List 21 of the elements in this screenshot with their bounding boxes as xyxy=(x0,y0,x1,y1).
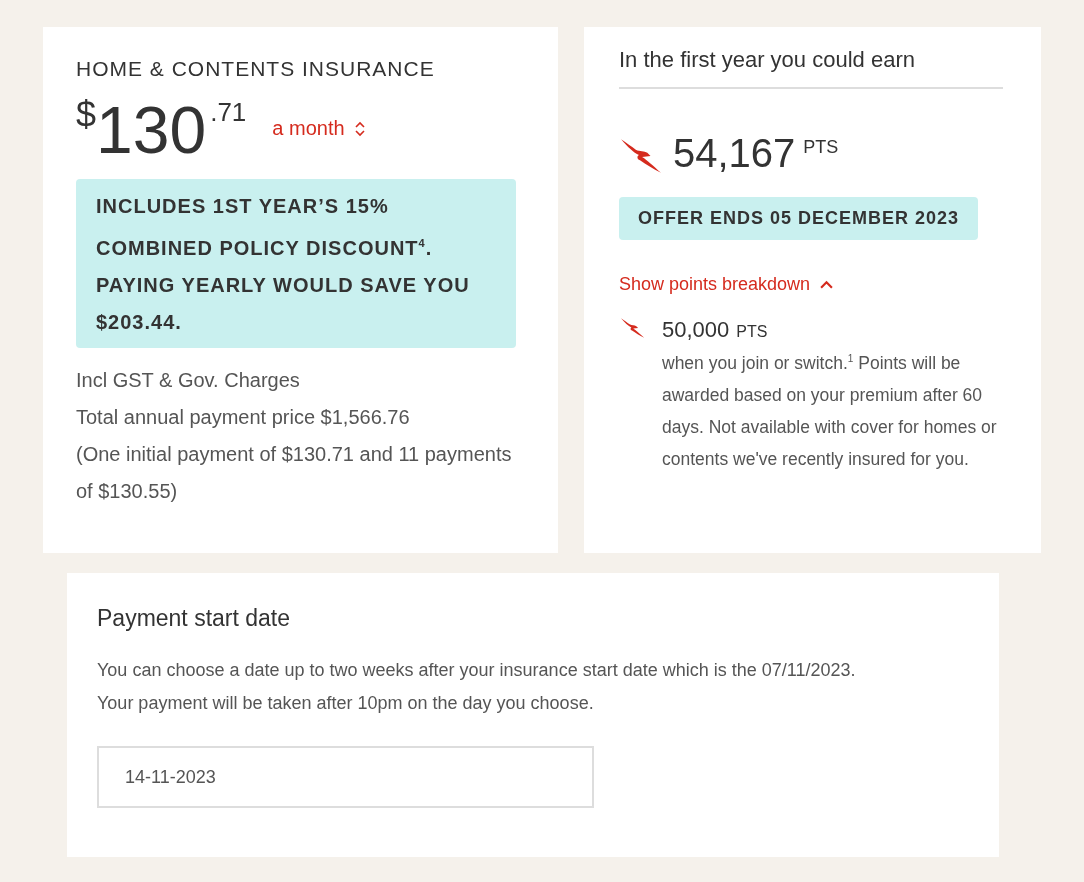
offer-badge: OFFER ENDS 05 DECEMBER 2023 xyxy=(619,197,979,240)
section-title: Payment start date xyxy=(97,605,292,632)
sort-caret-icon xyxy=(354,120,365,137)
points-total: 54,167 xyxy=(673,133,796,173)
chevron-icon xyxy=(820,280,834,289)
kangaroo-icon xyxy=(619,137,661,175)
discount-banner: INCLUDES 1ST YEAR’S 15% COMBINED POLICY DISCOUNT$^{4}$. PAYING YEARLY WOULD SAVE YOU $203.44. xyxy=(76,179,516,348)
points-unit: PTS xyxy=(803,137,839,158)
card-title: HOME & CONTENTS INSURANCE xyxy=(76,57,436,81)
price-note: (One initial payment of $130.71 and 11 payments of $130.55) xyxy=(76,441,513,504)
points-breakdown-toggle[interactable]: Show points breakdown xyxy=(619,274,834,295)
date-field[interactable]: 14-11-2023 xyxy=(97,746,594,808)
points-heading: In the first year you could earn xyxy=(619,47,1003,89)
kangaroo-icon xyxy=(619,317,645,339)
points-description: when you join or switch.$^{1}$ Points will be awarded based on your premium after 60 days. Not available with cover for homes or contents we've recently insured for you. xyxy=(662,351,998,471)
points-amount: 50,000 xyxy=(662,317,730,342)
payment-description: You can choose a date up to two weeks after your insurance start date which is the 07/11/2023. Your payment will be taken after 10pm on the day you choose. xyxy=(97,659,857,715)
frequency-dropdown[interactable]: a month xyxy=(272,117,365,140)
price-note: Total annual payment price $1,566.76 xyxy=(76,404,411,430)
price-note: Incl GST & Gov. Charges xyxy=(76,367,301,393)
points-unit: PTS xyxy=(736,323,768,340)
